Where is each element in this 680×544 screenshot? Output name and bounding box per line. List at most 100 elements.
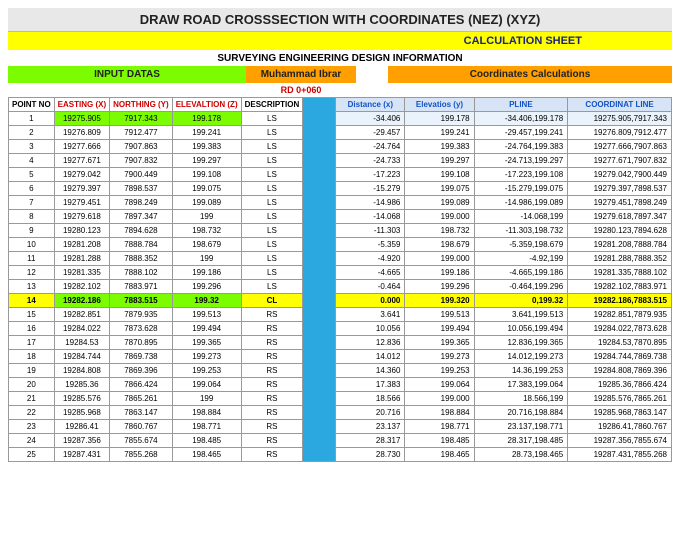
cell: 19 bbox=[9, 364, 55, 378]
cell: 18.566 bbox=[336, 392, 405, 406]
cell: -29.457 bbox=[336, 126, 405, 140]
cell: 199.383 bbox=[405, 140, 474, 154]
cell: 199.494 bbox=[172, 322, 241, 336]
cell: LS bbox=[241, 168, 303, 182]
cell: 199.296 bbox=[172, 280, 241, 294]
cell: 19285.968,7863.147 bbox=[568, 406, 672, 420]
cell: 19277.671,7907.832 bbox=[568, 154, 672, 168]
cell: 7863.147 bbox=[110, 406, 173, 420]
cell: 199.108 bbox=[172, 168, 241, 182]
cell: 198.884 bbox=[172, 406, 241, 420]
table-row: -29.457199.241-29.457,199.24119276.809,7… bbox=[336, 126, 672, 140]
cell: 19279.618,7897.347 bbox=[568, 210, 672, 224]
cell: 2 bbox=[9, 126, 55, 140]
cell: 7907.832 bbox=[110, 154, 173, 168]
cell: 18.566,199 bbox=[474, 392, 568, 406]
cell: -0.464,199.296 bbox=[474, 280, 568, 294]
cell: 10.056 bbox=[336, 322, 405, 336]
cell: LS bbox=[241, 266, 303, 280]
table-row: 17.383199.06417.383,199.06419285.36,7866… bbox=[336, 378, 672, 392]
cell: -14.068 bbox=[336, 210, 405, 224]
cell: 20 bbox=[9, 378, 55, 392]
cell: 19282.186 bbox=[54, 294, 109, 308]
cell: 19285.968 bbox=[54, 406, 109, 420]
table-row: -24.764199.383-24.764,199.38319277.666,7… bbox=[336, 140, 672, 154]
cell: RS bbox=[241, 350, 303, 364]
cell: 8 bbox=[9, 210, 55, 224]
cell: 199.296 bbox=[405, 280, 474, 294]
cell: 19286.41 bbox=[54, 420, 109, 434]
cell: RS bbox=[241, 420, 303, 434]
cell: -11.303 bbox=[336, 224, 405, 238]
cell: 19277.666,7907.863 bbox=[568, 140, 672, 154]
cell: 19282.851,7879.935 bbox=[568, 308, 672, 322]
cell: 3.641,199.513 bbox=[474, 308, 568, 322]
cell: 7 bbox=[9, 196, 55, 210]
cell: 199.075 bbox=[405, 182, 474, 196]
mid-strip bbox=[303, 97, 335, 462]
table-row: 28.730198.46528.73,198.46519287.431,7855… bbox=[336, 448, 672, 462]
cell: 28.317,198.485 bbox=[474, 434, 568, 448]
table-row: 2019285.367866.424199.064RS bbox=[9, 378, 303, 392]
cell: 19276.809 bbox=[54, 126, 109, 140]
cell: 28.730 bbox=[336, 448, 405, 462]
cell: 20.716 bbox=[336, 406, 405, 420]
rd-label: RD 0+060 bbox=[246, 83, 356, 97]
cell: 17 bbox=[9, 336, 55, 350]
table-row: 319277.6667907.863199.383LS bbox=[9, 140, 303, 154]
cell: 199.365 bbox=[172, 336, 241, 350]
table-row: 1019281.2087888.784198.679LS bbox=[9, 238, 303, 252]
cell: 22 bbox=[9, 406, 55, 420]
cell: LS bbox=[241, 238, 303, 252]
cell: -5.359,198.679 bbox=[474, 238, 568, 252]
cell: 19282.186,7883.515 bbox=[568, 294, 672, 308]
cell: -17.223 bbox=[336, 168, 405, 182]
cell: 18 bbox=[9, 350, 55, 364]
cell: 199.064 bbox=[405, 378, 474, 392]
cell: 19285.576 bbox=[54, 392, 109, 406]
cell: LS bbox=[241, 140, 303, 154]
cell: LS bbox=[241, 112, 303, 126]
cell: -4.665,199.186 bbox=[474, 266, 568, 280]
table-row: 2219285.9687863.147198.884RS bbox=[9, 406, 303, 420]
cell: LS bbox=[241, 182, 303, 196]
cell: 7912.477 bbox=[110, 126, 173, 140]
cell: 19281.208 bbox=[54, 238, 109, 252]
table-row: 14.012199.27314.012,199.27319284.744,786… bbox=[336, 350, 672, 364]
table-row: 219276.8097912.477199.241LS bbox=[9, 126, 303, 140]
cell: 198.465 bbox=[405, 448, 474, 462]
cell: 199 bbox=[172, 210, 241, 224]
cell: 19284.808,7869.396 bbox=[568, 364, 672, 378]
cell: 19287.356,7855.674 bbox=[568, 434, 672, 448]
table-row: -4.920199.000-4.92,19919281.288,7888.352 bbox=[336, 252, 672, 266]
cell: LS bbox=[241, 252, 303, 266]
cell: 198.679 bbox=[405, 238, 474, 252]
cell: 7860.767 bbox=[110, 420, 173, 434]
cell: 199.075 bbox=[172, 182, 241, 196]
cell: CL bbox=[241, 294, 303, 308]
cell: 199.32 bbox=[172, 294, 241, 308]
cell: 19282.851 bbox=[54, 308, 109, 322]
subtitle: SURVEYING ENGINEERING DESIGN INFORMATION bbox=[8, 50, 672, 64]
cell: 19284.744 bbox=[54, 350, 109, 364]
cell: 199.365 bbox=[405, 336, 474, 350]
cell: RS bbox=[241, 364, 303, 378]
cell: 6 bbox=[9, 182, 55, 196]
cell: 199.000 bbox=[405, 392, 474, 406]
cell: 16 bbox=[9, 322, 55, 336]
cell: 199 bbox=[172, 392, 241, 406]
cell: 199.320 bbox=[405, 294, 474, 308]
cell: 7879.935 bbox=[110, 308, 173, 322]
cell: 198.732 bbox=[172, 224, 241, 238]
cell: 7917.343 bbox=[110, 112, 173, 126]
cell: -17.223,199.108 bbox=[474, 168, 568, 182]
cell: LS bbox=[241, 280, 303, 294]
gap bbox=[356, 66, 388, 83]
cell: 24 bbox=[9, 434, 55, 448]
table-row: -11.303198.732-11.303,198.73219280.123,7… bbox=[336, 224, 672, 238]
cell: 19284.022 bbox=[54, 322, 109, 336]
table-row: 1719284.537870.895199.365RS bbox=[9, 336, 303, 350]
cell: 10 bbox=[9, 238, 55, 252]
cell: 19280.123,7894.628 bbox=[568, 224, 672, 238]
cell: LS bbox=[241, 154, 303, 168]
